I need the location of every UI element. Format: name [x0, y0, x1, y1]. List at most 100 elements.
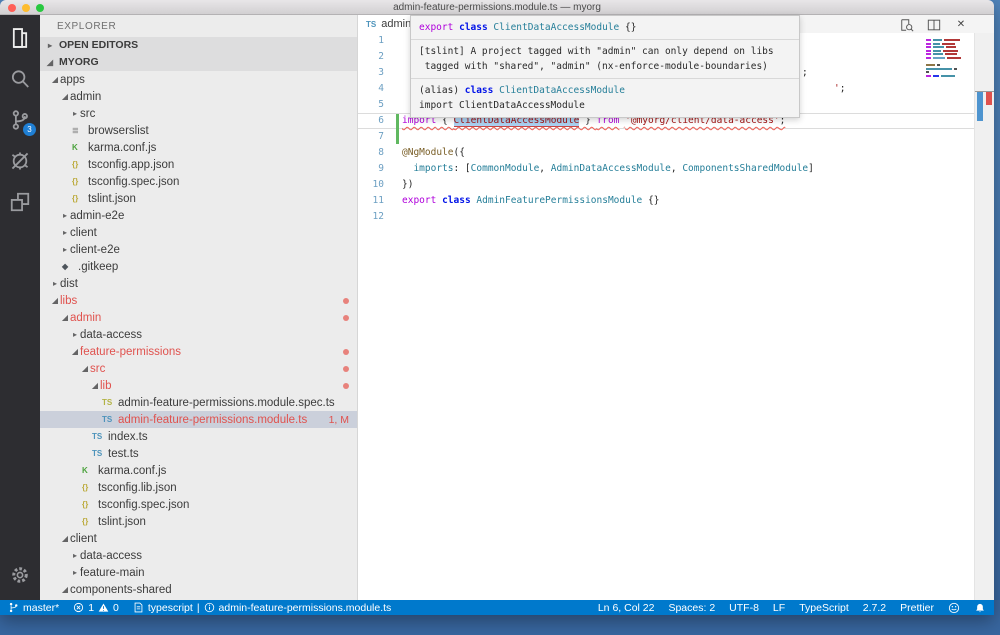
code-line-11[interactable]: 11export class AdminFeaturePermissionsMo… [358, 193, 974, 209]
status-item-typescript[interactable]: TypeScript [799, 602, 849, 614]
tree-item-label: dist [60, 278, 78, 290]
tree-item-client-e2e[interactable]: ▸client-e2e [40, 241, 357, 258]
minimap-line [926, 57, 970, 59]
status-item-ln-6-col-22[interactable]: Ln 6, Col 22 [598, 602, 655, 614]
problems-item[interactable]: 1 0 [73, 602, 119, 614]
code-line-text [392, 97, 402, 113]
debug-icon[interactable] [7, 148, 33, 174]
chevron-down-icon: ◢ [60, 92, 70, 101]
tree-item-tslint-json[interactable]: {}tslint.json [40, 190, 357, 207]
tree-item-label: admin-feature-permissions.module.ts [118, 414, 307, 426]
notifications-bell-icon[interactable] [974, 602, 986, 614]
tree-item-tsconfig-spec-json[interactable]: {}tsconfig.spec.json [40, 173, 357, 190]
close-window-button[interactable] [8, 4, 16, 12]
root-folder-section[interactable]: ◢ MYORG [40, 54, 357, 71]
status-item-prettier[interactable]: Prettier [900, 602, 934, 614]
settings-gear-icon[interactable] [7, 562, 33, 588]
tree-item-lib[interactable]: ◢lib [40, 377, 357, 394]
minimap-chip [933, 75, 939, 77]
code-token: {} [619, 22, 636, 33]
feedback-smiley-icon[interactable] [948, 602, 960, 614]
overview-ruler[interactable] [974, 33, 994, 600]
tree-item-gitkeep[interactable]: ◆.gitkeep [40, 258, 357, 275]
titlebar[interactable]: admin-feature-permissions.module.ts — my… [0, 0, 994, 15]
explorer-icon[interactable] [7, 25, 33, 51]
zoom-window-button[interactable] [36, 4, 44, 12]
tree-item-test-ts[interactable]: TStest.ts [40, 445, 357, 462]
minimap-line [926, 71, 970, 73]
code-line-10[interactable]: 10}) [358, 177, 974, 193]
tree-item-src[interactable]: ◢src [40, 360, 357, 377]
git-status-badge: 1, M [329, 414, 349, 426]
tree-item-admin-feature-permissions-module-ts[interactable]: TSadmin-feature-permissions.module.ts1, … [40, 411, 357, 428]
code-line-7[interactable]: 7 [358, 129, 974, 145]
tree-item-src[interactable]: ▸src [40, 105, 357, 122]
code-line-8[interactable]: 8@NgModule({ [358, 145, 974, 161]
tree-item-tslint-json[interactable]: {}tslint.json [40, 513, 357, 530]
tree-item-dist[interactable]: ▸dist [40, 275, 357, 292]
minimap-chip [937, 64, 940, 66]
tree-item-tsconfig-app-json[interactable]: {}tsconfig.app.json [40, 156, 357, 173]
tree-item-browserslist[interactable]: ≣browserslist [40, 122, 357, 139]
tree-item-client[interactable]: ▸client [40, 224, 357, 241]
alias-line: (alias) class ClientDataAccessModule [419, 83, 791, 98]
tree-item-admin[interactable]: ◢admin [40, 88, 357, 105]
tree-item-feature-permissions[interactable]: ◢feature-permissions [40, 343, 357, 360]
git-branch-item[interactable]: master* [8, 602, 59, 614]
code-line-12[interactable]: 12 [358, 209, 974, 225]
tree-item-admin-feature-permissions-module-spec-ts[interactable]: TSadmin-feature-permissions.module.spec.… [40, 394, 357, 411]
source-control-icon[interactable]: 3 [7, 107, 33, 133]
status-item-spaces-2[interactable]: Spaces: 2 [668, 602, 715, 614]
occluded-code-tail: '; [834, 81, 845, 97]
tree-item-libs[interactable]: ◢libs [40, 292, 357, 309]
tree-item-tsconfig-spec-json[interactable]: {}tsconfig.spec.json [40, 496, 357, 513]
code-line-text: imports: [CommonModule, AdminDataAccessM… [392, 161, 814, 177]
minimize-window-button[interactable] [22, 4, 30, 12]
window-title: admin-feature-permissions.module.ts — my… [0, 0, 994, 15]
code-line-9[interactable]: 9 imports: [CommonModule, AdminDataAcces… [358, 161, 974, 177]
line-number: 12 [358, 209, 392, 225]
chevron-down-icon: ◢ [60, 534, 70, 543]
editor-group: TS admin-feature-permissions.module.ts ✕… [358, 15, 994, 600]
close-tab-icon[interactable]: ✕ [954, 18, 968, 31]
code-token: (alias) [419, 85, 465, 96]
open-editors-section[interactable]: ▸ OPEN EDITORS [40, 37, 357, 54]
chevron-down-icon: ◢ [50, 296, 60, 305]
tree-item-admin-e2e[interactable]: ▸admin-e2e [40, 207, 357, 224]
tree-item-label: apps [60, 74, 85, 86]
code-token: @NgModule [402, 147, 453, 158]
extensions-icon[interactable] [7, 189, 33, 215]
split-editor-icon[interactable] [927, 18, 941, 31]
alias-import-line: import ClientDataAccessModule [419, 98, 791, 113]
tree-item-admin[interactable]: ◢admin [40, 309, 357, 326]
minimap-line [926, 61, 970, 63]
minimap-line [926, 53, 970, 55]
linter-status-item[interactable]: typescript | admin-feature-permissions.m… [133, 602, 391, 614]
chevron-right-icon: ▸ [60, 211, 70, 220]
explorer-sidebar: EXPLORER ▸ OPEN EDITORS ◢ MYORG ◢apps◢ad… [40, 15, 358, 600]
status-item-utf-8[interactable]: UTF-8 [729, 602, 759, 614]
tree-item-label: index.ts [108, 431, 148, 443]
json-file-icon: {} [82, 483, 98, 492]
tree-item-tsconfig-lib-json[interactable]: {}tsconfig.lib.json [40, 479, 357, 496]
tree-item-karma-conf-js[interactable]: Kkarma.conf.js [40, 139, 357, 156]
tree-item-karma-conf-js[interactable]: Kkarma.conf.js [40, 462, 357, 479]
tree-item-index-ts[interactable]: TSindex.ts [40, 428, 357, 445]
tree-item-client[interactable]: ◢client [40, 530, 357, 547]
tree-item-feature-main[interactable]: ▸feature-main [40, 564, 357, 581]
status-item-2-7-2[interactable]: 2.7.2 [863, 602, 886, 614]
hover-tooltip[interactable]: export class ClientDataAccessModule {} [… [410, 15, 800, 118]
chevron-right-icon: ▸ [60, 245, 70, 254]
code-area[interactable]: 123456import { ClientDataAccessModule } … [358, 33, 974, 600]
minimap-chip [926, 39, 931, 41]
minimap-chip [926, 46, 931, 48]
tree-item-apps[interactable]: ◢apps [40, 71, 357, 88]
open-changes-icon[interactable] [900, 18, 914, 31]
tree-item-data-access[interactable]: ▸data-access [40, 547, 357, 564]
tree-item-components-shared[interactable]: ◢components-shared [40, 581, 357, 598]
tree-item-src[interactable]: ▸src [40, 598, 357, 600]
minimap[interactable] [926, 39, 970, 79]
status-item-lf[interactable]: LF [773, 602, 785, 614]
search-icon[interactable] [7, 66, 33, 92]
tree-item-data-access[interactable]: ▸data-access [40, 326, 357, 343]
